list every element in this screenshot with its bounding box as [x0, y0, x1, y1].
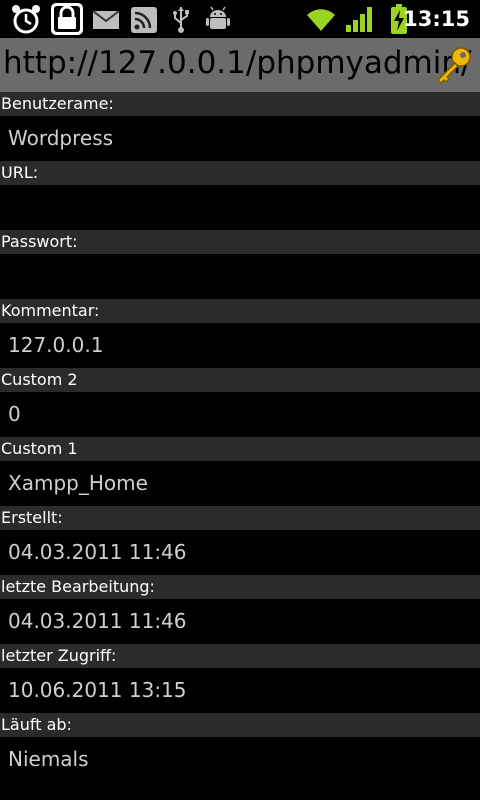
field-value[interactable]: Xampp_Home [0, 461, 480, 506]
field-expires: Läuft ab: Niemals [0, 713, 480, 782]
field-value[interactable]: 0 [0, 392, 480, 437]
field-label: Custom 1 [0, 437, 480, 461]
field-username: Benutzerame: Wordpress [0, 92, 480, 161]
field-label: Läuft ab: [0, 713, 480, 737]
field-label: Erstellt: [0, 506, 480, 530]
android-debug-icon [206, 6, 230, 29]
signal-bars-icon [346, 7, 372, 32]
field-label: letzter Zugriff: [0, 644, 480, 668]
field-label: URL: [0, 161, 480, 185]
field-custom-1: Custom 1 Xampp_Home [0, 437, 480, 506]
status-time: 13:15 [403, 7, 470, 31]
field-value[interactable] [0, 254, 480, 299]
wifi-icon [307, 9, 335, 31]
key-icon[interactable] [432, 44, 474, 86]
field-last-modified: letzte Bearbeitung: 04.03.2011 11:46 [0, 575, 480, 644]
page-title: http://127.0.0.1/phpmyadmin/ [3, 45, 472, 81]
field-label: Kommentar: [0, 299, 480, 323]
field-password: Passwort: [0, 230, 480, 299]
field-label: letzte Bearbeitung: [0, 575, 480, 599]
lock-icon [51, 3, 83, 35]
field-value[interactable] [0, 185, 480, 230]
field-value[interactable]: 127.0.0.1 [0, 323, 480, 368]
field-label: Passwort: [0, 230, 480, 254]
usb-icon [173, 7, 189, 33]
rss-feed-icon [131, 7, 157, 33]
entry-details: Benutzerame: Wordpress URL: Passwort: Ko… [0, 92, 480, 782]
field-label: Custom 2 [0, 368, 480, 392]
field-comment: Kommentar: 127.0.0.1 [0, 299, 480, 368]
field-value[interactable]: 04.03.2011 11:46 [0, 530, 480, 575]
alarm-clock-icon [12, 5, 40, 34]
field-last-access: letzter Zugriff: 10.06.2011 13:15 [0, 644, 480, 713]
field-created: Erstellt: 04.03.2011 11:46 [0, 506, 480, 575]
field-url: URL: [0, 161, 480, 230]
field-value[interactable]: 04.03.2011 11:46 [0, 599, 480, 644]
title-bar: http://127.0.0.1/phpmyadmin/ [0, 38, 480, 92]
field-label: Benutzerame: [0, 92, 480, 116]
mail-icon [92, 10, 120, 29]
field-value[interactable]: 10.06.2011 13:15 [0, 668, 480, 713]
field-custom-2: Custom 2 0 [0, 368, 480, 437]
status-bar: 13:15 [0, 0, 480, 38]
field-value[interactable]: Niemals [0, 737, 480, 782]
field-value[interactable]: Wordpress [0, 116, 480, 161]
